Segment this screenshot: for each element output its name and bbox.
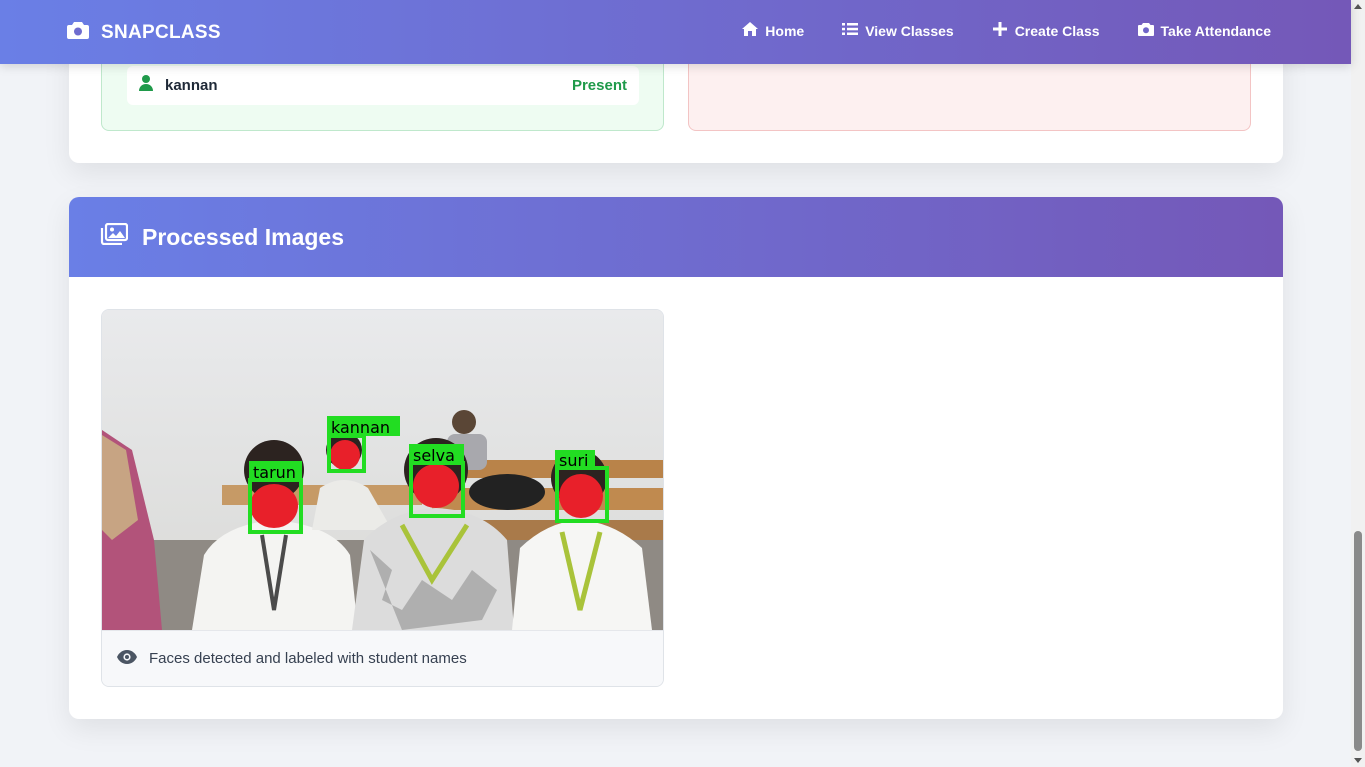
nav-create-class-label: Create Class	[1014, 22, 1100, 39]
nav-create-class[interactable]: Create Class	[992, 22, 1100, 39]
eye-icon	[117, 649, 137, 668]
student-name: kannan	[165, 77, 218, 94]
caption-text: Faces detected and labeled with student …	[149, 650, 467, 667]
nav-take-attendance[interactable]: Take Attendance	[1137, 22, 1271, 39]
student-row: kannan Present	[127, 66, 639, 105]
nav-links: Home View Classes Create Class Take Atte…	[742, 22, 1271, 39]
face-label-tarun: tarun	[253, 463, 296, 482]
processed-images-title: Processed Images	[142, 223, 345, 250]
page-scrollbar[interactable]	[1351, 0, 1365, 767]
brand-name: SNAPCLASS	[101, 22, 221, 43]
nav-view-classes[interactable]: View Classes	[842, 22, 954, 39]
nav-home[interactable]: Home	[742, 22, 804, 39]
processed-images-header: Processed Images	[69, 197, 1283, 277]
scroll-thumb[interactable]	[1354, 531, 1362, 751]
processed-classroom-photo[interactable]: tarun kannan selva suri	[102, 310, 663, 630]
nav-take-attendance-label: Take Attendance	[1160, 22, 1271, 39]
camera-icon	[67, 21, 89, 45]
image-caption: Faces detected and labeled with student …	[102, 630, 663, 686]
camera-icon	[1137, 22, 1154, 39]
scroll-down-arrow[interactable]	[1354, 758, 1362, 763]
navbar: SNAPCLASS Home View Classes Create Class…	[0, 0, 1351, 64]
plus-icon	[992, 22, 1008, 39]
status-badge: Present	[571, 77, 627, 94]
face-label-suri: suri	[559, 451, 589, 470]
face-label-kannan: kannan	[331, 418, 390, 437]
processed-image-card: tarun kannan selva suri Faces detected a…	[101, 309, 664, 687]
home-icon	[742, 22, 759, 39]
nav-home-label: Home	[765, 22, 805, 39]
nav-view-classes-label: View Classes	[865, 22, 954, 39]
face-label-selva: selva	[413, 446, 455, 465]
processed-images-card: Processed Images tarun kannan selva suri…	[69, 197, 1283, 719]
brand[interactable]: SNAPCLASS	[67, 21, 221, 45]
images-icon	[100, 222, 129, 251]
user-icon	[139, 75, 153, 96]
scroll-up-arrow[interactable]	[1354, 4, 1362, 9]
list-icon	[842, 22, 859, 39]
